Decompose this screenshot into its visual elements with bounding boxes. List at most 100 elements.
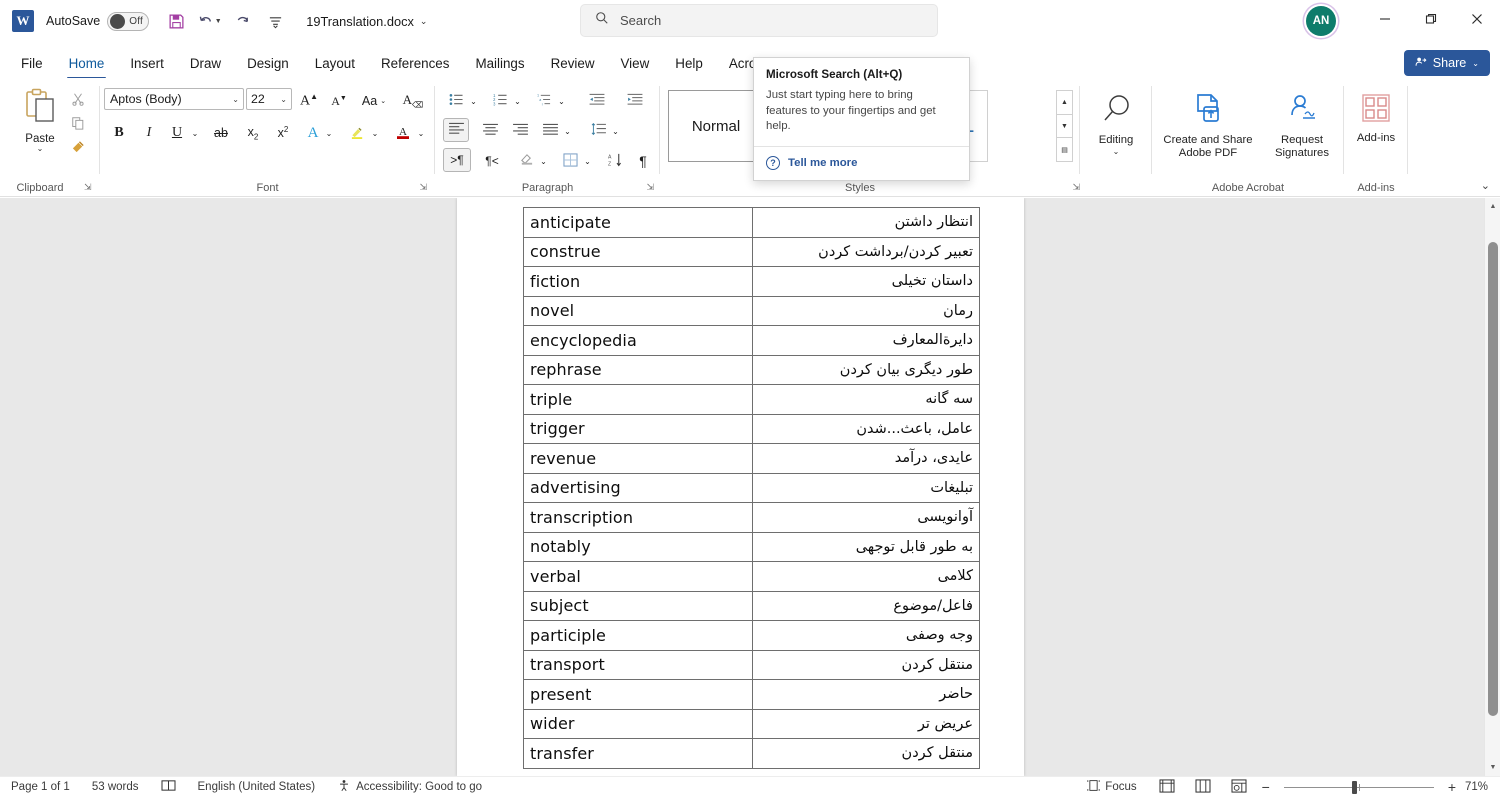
line-spacing-dropdown-button[interactable]: ⌄	[609, 118, 622, 144]
styles-gallery-scroll[interactable]: ▲ ▼ ▤	[1056, 90, 1073, 162]
chevron-down-icon[interactable]: ⌄	[1472, 59, 1479, 68]
table-row[interactable]: rephrase طور دیگری بیان کردن	[523, 354, 980, 385]
scroll-up-arrow[interactable]: ▲	[1485, 198, 1500, 215]
text-effects-dropdown-button[interactable]: ⌄	[322, 120, 336, 146]
more-styles-icon[interactable]: ▤	[1057, 138, 1072, 161]
editing-button[interactable]: Editing ⌄	[1086, 86, 1146, 156]
document-canvas[interactable]: شیپور anticipateانتظار داشتن construeتعب…	[0, 198, 1500, 776]
text-highlight-color-button[interactable]	[344, 120, 370, 146]
underline-dropdown-button[interactable]: ⌄	[188, 120, 202, 146]
table-row[interactable]: construe تعبیر کردن/برداشت کردن	[523, 236, 980, 267]
bullets-button[interactable]	[443, 88, 469, 114]
subscript-button[interactable]: x2	[240, 120, 266, 146]
tab-design[interactable]: Design	[234, 48, 302, 78]
zoom-slider-thumb[interactable]	[1351, 780, 1357, 794]
minimize-button[interactable]	[1362, 0, 1408, 42]
bullets-dropdown-button[interactable]: ⌄	[467, 88, 480, 114]
decrease-indent-button[interactable]	[583, 88, 611, 114]
table-row[interactable]: participle وجه وصفی	[523, 620, 980, 651]
clipboard-dialog-launcher[interactable]: ⇲	[84, 182, 92, 193]
underline-button[interactable]: U	[164, 120, 190, 146]
table-row[interactable]: notably به طور قابل توجهی	[523, 531, 980, 562]
italic-button[interactable]: I	[136, 120, 162, 146]
collapse-ribbon-button[interactable]: ⌄	[1481, 179, 1490, 192]
avatar[interactable]: AN	[1306, 6, 1336, 36]
chevron-down-icon[interactable]: ⌄	[1113, 147, 1120, 156]
rtl-text-direction-button[interactable]: >¶	[443, 148, 471, 172]
undo-button[interactable]: ▼	[194, 7, 224, 35]
tab-file[interactable]: File	[8, 48, 56, 78]
tab-home[interactable]: Home	[56, 48, 118, 79]
font-name-combobox[interactable]: Aptos (Body) ⌄	[104, 88, 244, 110]
table-row[interactable]: transfer منتقل کردن	[523, 738, 980, 769]
word-count-status[interactable]: 53 words	[81, 781, 150, 793]
grow-font-button[interactable]: A▲	[296, 88, 322, 114]
table-row[interactable]: anticipate انتظار داشتن	[523, 207, 980, 238]
superscript-button[interactable]: x2	[270, 120, 296, 146]
page-number-status[interactable]: Page 1 of 1	[0, 781, 81, 793]
language-status[interactable]: English (United States)	[187, 781, 327, 793]
font-color-dropdown-button[interactable]: ⌄	[414, 120, 428, 146]
vocabulary-table[interactable]: anticipate انتظار داشتن construe تعبیر کرد…	[523, 207, 980, 769]
table-row[interactable]: subject فاعل/موضوع	[523, 590, 980, 621]
share-button[interactable]: Share ⌄	[1403, 50, 1490, 76]
multilevel-dropdown-button[interactable]: ⌄	[555, 88, 568, 114]
ltr-text-direction-button[interactable]: ¶<	[479, 148, 505, 174]
bold-button[interactable]: B	[106, 120, 132, 146]
document-page[interactable]: شیپور anticipateانتظار داشتن construeتعب…	[457, 198, 1024, 776]
table-row[interactable]: trigger عامل، باعث...شدن	[523, 413, 980, 444]
shrink-font-button[interactable]: A▼	[326, 88, 352, 114]
redo-button[interactable]	[227, 7, 257, 35]
chevron-down-icon[interactable]: ⌄	[232, 95, 239, 104]
borders-button[interactable]	[557, 148, 583, 174]
tab-draw[interactable]: Draw	[177, 48, 234, 78]
sort-button[interactable]: AZ	[603, 148, 627, 174]
table-row[interactable]: present حاضر	[523, 679, 980, 710]
zoom-in-button[interactable]: +	[1444, 779, 1460, 795]
search-box[interactable]: Search	[580, 4, 938, 37]
tab-references[interactable]: References	[368, 48, 462, 78]
cut-button[interactable]	[66, 90, 90, 112]
request-signatures-button[interactable]: Request Signatures	[1264, 86, 1340, 160]
table-row[interactable]: advertising تبلیغات	[523, 472, 980, 503]
table-row[interactable]: fiction داستان تخیلی	[523, 266, 980, 297]
font-color-button[interactable]: A	[390, 120, 416, 146]
clear-formatting-button[interactable]: A⌫	[400, 88, 426, 114]
scroll-down-arrow[interactable]: ▼	[1485, 759, 1500, 776]
show-formatting-marks-button[interactable]: ¶	[631, 148, 655, 174]
borders-dropdown-button[interactable]: ⌄	[581, 148, 594, 174]
tab-help[interactable]: Help	[662, 48, 716, 78]
table-row[interactable]: encyclopedia دایرةالمعارف	[523, 325, 980, 356]
table-row[interactable]: transport منتقل کردن	[523, 649, 980, 680]
vertical-scrollbar[interactable]: ▲ ▼	[1484, 198, 1500, 776]
tab-layout[interactable]: Layout	[302, 48, 368, 78]
justify-dropdown-button[interactable]: ⌄	[561, 118, 574, 144]
highlight-dropdown-button[interactable]: ⌄	[368, 120, 382, 146]
table-row[interactable]: wider عریض تر	[523, 708, 980, 739]
tab-mailings[interactable]: Mailings	[462, 48, 537, 78]
focus-button[interactable]: Focus	[1076, 779, 1147, 795]
styles-dialog-launcher[interactable]: ⇲	[1072, 182, 1080, 193]
multilevel-list-button[interactable]: 1ai	[531, 88, 557, 114]
align-right-button[interactable]	[507, 118, 533, 144]
chevron-down-icon[interactable]: ⌄	[280, 95, 287, 104]
align-center-button[interactable]	[477, 118, 503, 144]
tab-insert[interactable]: Insert	[117, 48, 177, 78]
line-spacing-button[interactable]	[585, 118, 611, 144]
restore-button[interactable]	[1408, 0, 1454, 42]
format-painter-button[interactable]	[66, 138, 90, 160]
customize-quick-access-toolbar-button[interactable]	[260, 7, 290, 35]
zoom-slider[interactable]	[1283, 780, 1434, 794]
chevron-down-icon[interactable]: ⌄	[420, 16, 428, 27]
copy-button[interactable]	[66, 114, 90, 136]
change-case-button[interactable]: Aa ⌄	[356, 88, 392, 114]
table-row[interactable]: transcription آوانویسی	[523, 502, 980, 533]
zoom-out-button[interactable]: −	[1258, 779, 1274, 795]
increase-indent-button[interactable]	[621, 88, 649, 114]
tab-review[interactable]: Review	[538, 48, 608, 78]
autosave-toggle[interactable]: Off	[107, 11, 150, 31]
zoom-level-label[interactable]: 71%	[1462, 781, 1494, 793]
proofing-status[interactable]	[150, 779, 187, 795]
align-left-button[interactable]	[443, 118, 469, 142]
numbering-dropdown-button[interactable]: ⌄	[511, 88, 524, 114]
